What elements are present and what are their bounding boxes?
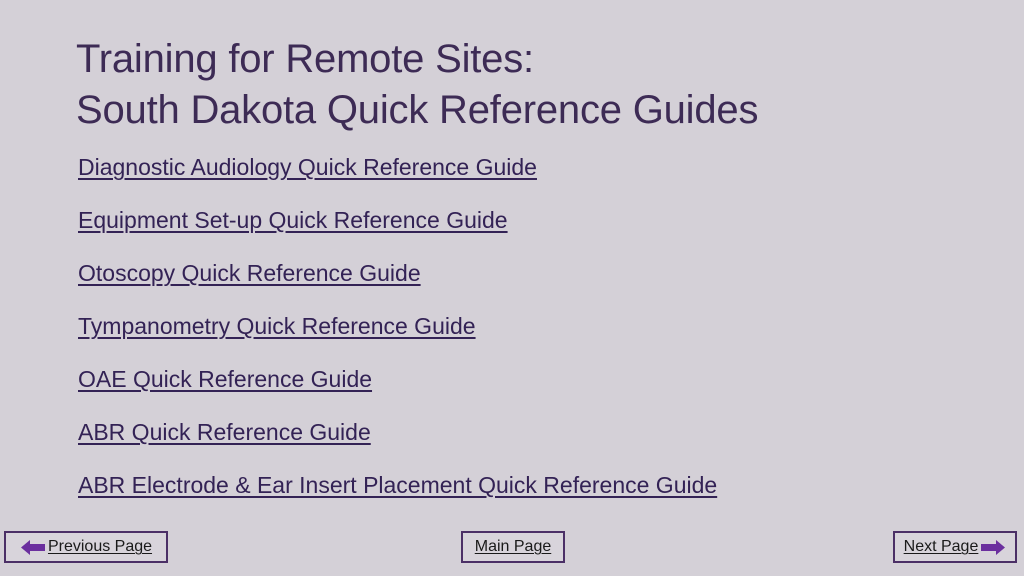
link-oae[interactable]: OAE Quick Reference Guide xyxy=(78,364,372,394)
link-diagnostic-audiology[interactable]: Diagnostic Audiology Quick Reference Gui… xyxy=(78,152,537,182)
next-page-label: Next Page xyxy=(903,538,979,555)
list-item[interactable]: Tympanometry Quick Reference Guide xyxy=(78,311,958,364)
link-abr-electrode-ear-insert-placement[interactable]: ABR Electrode & Ear Insert Placement Qui… xyxy=(78,470,717,500)
list-item[interactable]: ABR Electrode & Ear Insert Placement Qui… xyxy=(78,470,958,523)
main-page-label: Main Page xyxy=(474,538,552,555)
list-item[interactable]: ABR Quick Reference Guide xyxy=(78,417,958,470)
arrow-right-icon xyxy=(980,539,1006,556)
list-item[interactable]: Otoscopy Quick Reference Guide xyxy=(78,258,958,311)
quick-reference-link-list: Diagnostic Audiology Quick Reference Gui… xyxy=(78,152,958,523)
slide-canvas: Training for Remote Sites: South Dakota … xyxy=(0,0,1024,576)
link-otoscopy[interactable]: Otoscopy Quick Reference Guide xyxy=(78,258,421,288)
link-abr[interactable]: ABR Quick Reference Guide xyxy=(78,417,371,447)
previous-page-button[interactable]: Previous Page xyxy=(4,531,168,563)
page-title: Training for Remote Sites: South Dakota … xyxy=(76,34,936,136)
main-page-button[interactable]: Main Page xyxy=(461,531,565,563)
arrow-left-icon xyxy=(20,539,46,556)
title-line-2: South Dakota Quick Reference Guides xyxy=(76,88,759,132)
list-item[interactable]: OAE Quick Reference Guide xyxy=(78,364,958,417)
link-tympanometry[interactable]: Tympanometry Quick Reference Guide xyxy=(78,311,476,341)
list-item[interactable]: Equipment Set-up Quick Reference Guide xyxy=(78,205,958,258)
list-item[interactable]: Diagnostic Audiology Quick Reference Gui… xyxy=(78,152,958,205)
title-line-1: Training for Remote Sites: xyxy=(76,37,534,81)
next-page-button[interactable]: Next Page xyxy=(893,531,1017,563)
link-equipment-setup[interactable]: Equipment Set-up Quick Reference Guide xyxy=(78,205,508,235)
previous-page-label: Previous Page xyxy=(47,538,153,555)
